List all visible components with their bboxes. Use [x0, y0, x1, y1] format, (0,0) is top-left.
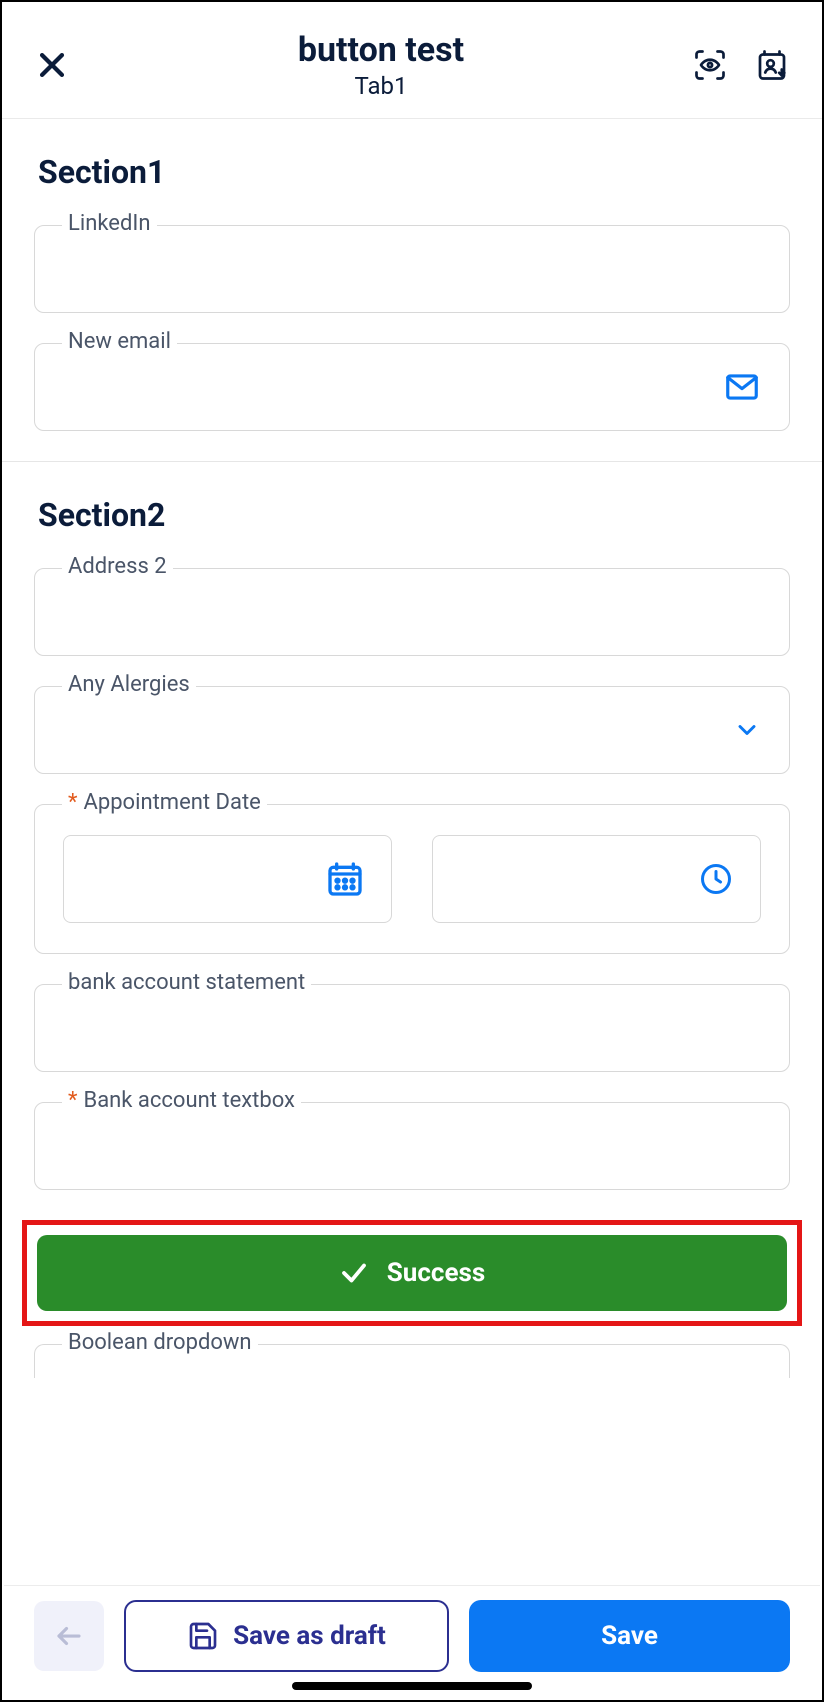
- boolean-dropdown-field[interactable]: Boolean dropdown: [34, 1344, 790, 1378]
- home-indicator: [292, 1682, 532, 1690]
- appointment-time-input[interactable]: [432, 835, 761, 923]
- arrow-left-icon: [54, 1621, 84, 1651]
- form-content: Section1 LinkedIn New email Section2 Add…: [2, 119, 822, 1700]
- save-as-draft-button[interactable]: Save as draft: [124, 1600, 449, 1672]
- success-highlight: Success: [22, 1220, 802, 1326]
- page-title: button test: [72, 30, 690, 70]
- allergies-field[interactable]: Any Alergies: [34, 686, 790, 774]
- back-button[interactable]: [34, 1601, 104, 1671]
- new-email-label: New email: [62, 329, 177, 354]
- chevron-down-icon: [733, 716, 761, 744]
- check-icon: [339, 1258, 369, 1288]
- contact-download-button[interactable]: [752, 45, 792, 85]
- allergies-label: Any Alergies: [62, 672, 196, 697]
- section2-title: Section2: [2, 462, 822, 550]
- new-email-field[interactable]: New email: [34, 343, 790, 431]
- appointment-date-group: *Appointment Date: [34, 804, 790, 954]
- calendar-icon: [325, 859, 365, 899]
- success-button[interactable]: Success: [37, 1235, 787, 1311]
- scan-eye-icon: [692, 47, 728, 83]
- linkedin-field[interactable]: LinkedIn: [34, 225, 790, 313]
- clock-icon: [698, 861, 734, 897]
- appointment-date-input[interactable]: [63, 835, 392, 923]
- linkedin-label: LinkedIn: [62, 211, 157, 236]
- boolean-dropdown-label: Boolean dropdown: [62, 1330, 258, 1355]
- close-button[interactable]: [32, 45, 72, 85]
- save-icon: [187, 1620, 219, 1652]
- bank-textbox-field[interactable]: *Bank account textbox: [34, 1102, 790, 1190]
- contact-download-icon: [754, 47, 790, 83]
- scan-button[interactable]: [690, 45, 730, 85]
- close-icon: [35, 48, 69, 82]
- address2-field[interactable]: Address 2: [34, 568, 790, 656]
- bank-statement-field[interactable]: bank account statement: [34, 984, 790, 1072]
- appointment-label: Appointment Date: [83, 790, 260, 815]
- bank-statement-label: bank account statement: [62, 970, 311, 995]
- header: button test Tab1: [2, 2, 822, 119]
- page-subtitle: Tab1: [72, 72, 690, 100]
- bank-textbox-label: Bank account textbox: [83, 1088, 294, 1113]
- save-button[interactable]: Save: [469, 1600, 790, 1672]
- section1-title: Section1: [2, 119, 822, 207]
- email-icon: [723, 368, 761, 406]
- address2-label: Address 2: [62, 554, 173, 579]
